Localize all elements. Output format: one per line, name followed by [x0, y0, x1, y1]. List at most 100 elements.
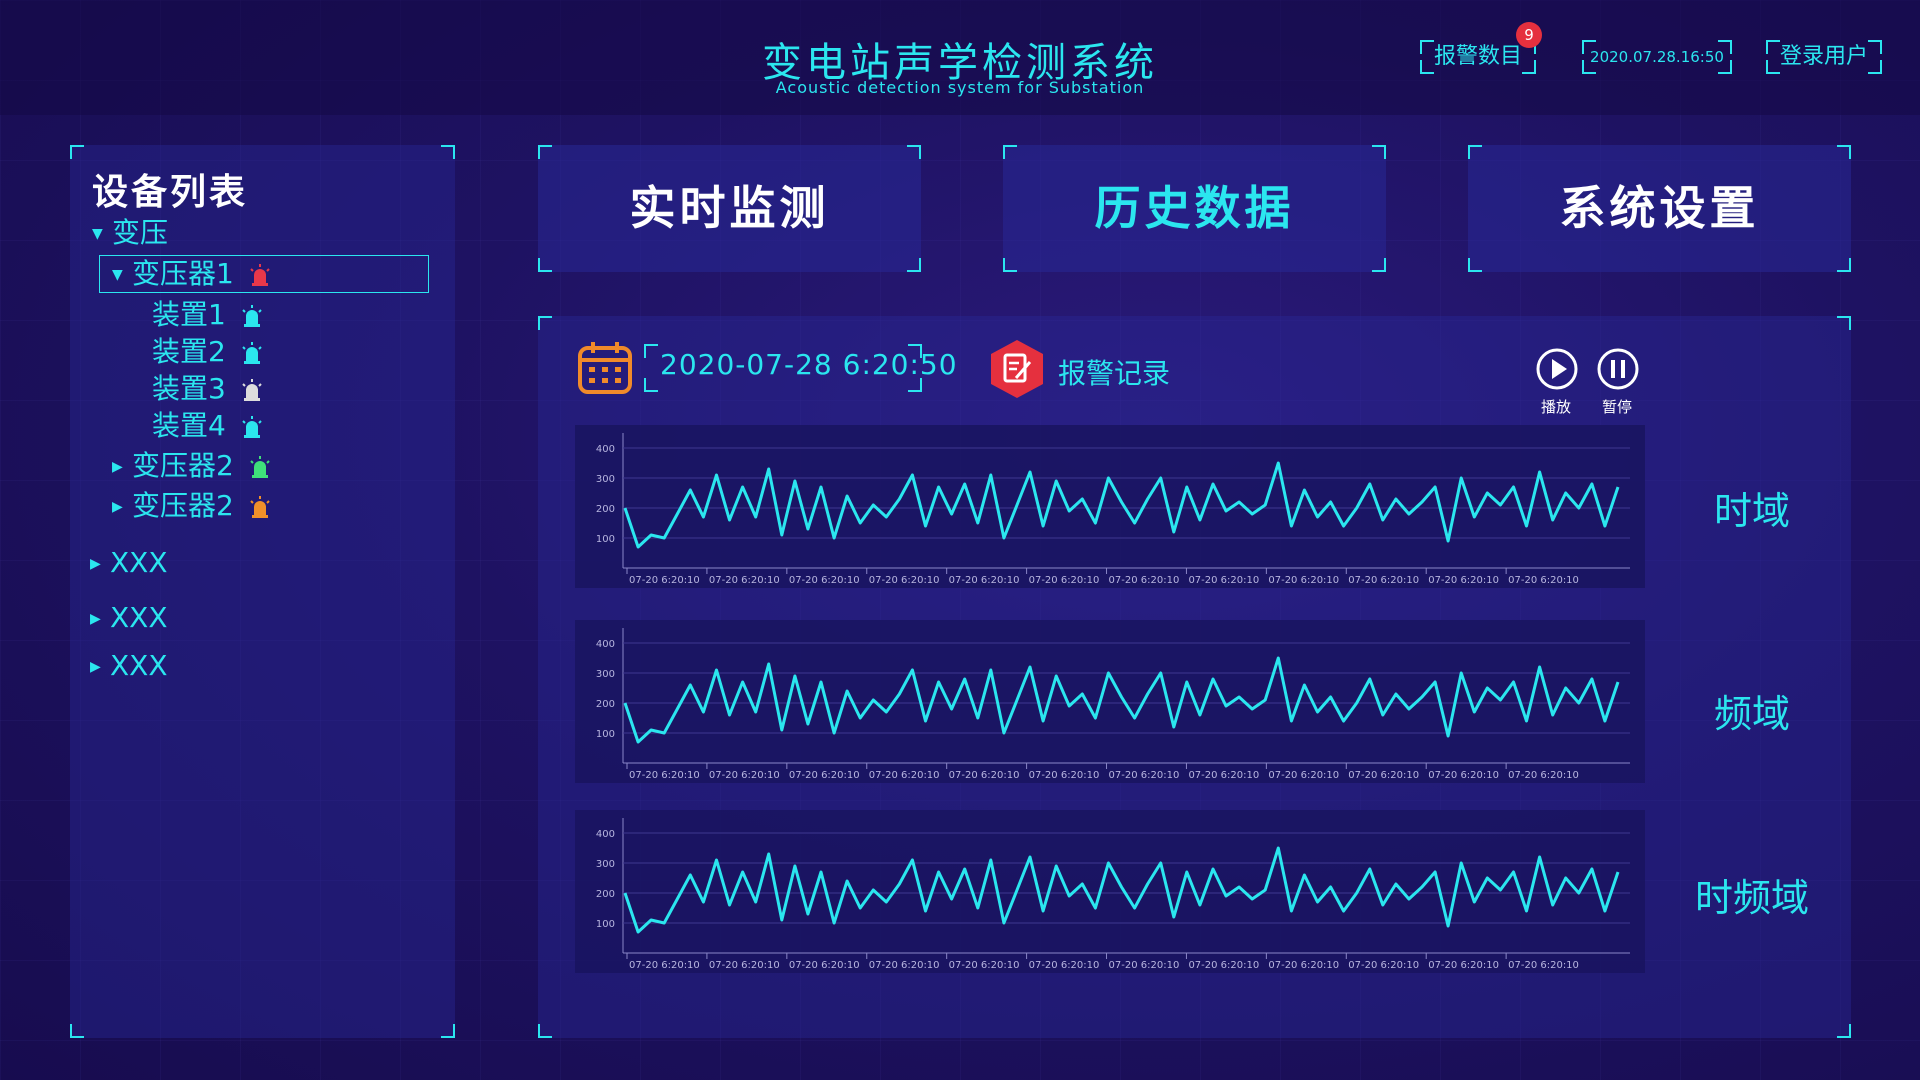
x-tick-label: 07-20 6:20:10 — [789, 770, 860, 781]
freq-domain-chart-svg: 100 200 300 400 07-20 6:20:10 07-20 6:20:10 07… — [596, 628, 1630, 781]
x-tick-label: 07-20 6:20:10 — [1188, 960, 1259, 971]
nav-realtime-label: 实时监测 — [629, 181, 830, 235]
tree-node-device3[interactable]: 装置3 — [152, 371, 263, 407]
x-tick-label: 07-20 6:20:10 — [1029, 770, 1100, 781]
x-tick-label: 07-20 6:20:10 — [1508, 770, 1579, 781]
tree-node-root[interactable]: ▼ 变压 — [92, 215, 168, 251]
x-tick-label: 07-20 6:20:10 — [1029, 575, 1100, 586]
tree-node-device2[interactable]: 装置2 — [152, 334, 263, 370]
x-tick-label: 07-20 6:20:10 — [1109, 575, 1180, 586]
y-tick-label: 100 — [596, 534, 615, 545]
x-tick-label: 07-20 6:20:10 — [1428, 960, 1499, 971]
tree-node-device4[interactable]: 装置4 — [152, 408, 263, 444]
tree-node-label: 变压器2 — [132, 489, 234, 522]
alarm-light-icon — [242, 342, 262, 364]
alarm-count-badge: 9 — [1516, 22, 1542, 48]
chevron-down-icon: ▼ — [112, 267, 123, 283]
y-tick-label: 200 — [596, 889, 615, 900]
alarm-light-icon — [250, 264, 270, 286]
tree-node-label: 装置4 — [152, 409, 226, 442]
y-tick-label: 100 — [596, 729, 615, 740]
date-picker-value: 2020-07-28 6:20:50 — [660, 348, 958, 381]
time-domain-chart-svg: 100 200 300 400 07-20 6:20:10 07-20 6:20:10 07… — [596, 433, 1630, 586]
alarm-light-icon — [250, 456, 270, 478]
x-tick-label: 07-20 6:20:10 — [949, 770, 1020, 781]
tree-node-label: XXX — [110, 546, 168, 579]
x-tick-label: 07-20 6:20:10 — [1508, 960, 1579, 971]
x-tick-label: 07-20 6:20:10 — [949, 575, 1020, 586]
chevron-right-icon: ▶ — [112, 499, 123, 515]
view-time-domain[interactable]: 时域 — [1652, 480, 1852, 535]
nav-history-button[interactable]: 历史数据 — [1003, 145, 1386, 272]
y-tick-label: 400 — [596, 639, 615, 650]
tree-node-transformer2b[interactable]: ▶ 变压器2 — [112, 488, 271, 524]
y-tick-label: 400 — [596, 829, 615, 840]
x-tick-label: 07-20 6:20:10 — [1109, 960, 1180, 971]
x-tick-label: 07-20 6:20:10 — [709, 770, 780, 781]
y-tick-label: 200 — [596, 699, 615, 710]
alarm-count-button[interactable]: 报警数目 9 — [1420, 22, 1542, 74]
nav-settings-label: 系统设置 — [1559, 181, 1760, 235]
x-tick-label: 07-20 6:20:10 — [629, 575, 700, 586]
x-tick-label: 07-20 6:20:10 — [1348, 575, 1419, 586]
x-tick-label: 07-20 6:20:10 — [869, 575, 940, 586]
chevron-down-icon: ▼ — [92, 226, 103, 242]
alarm-count-label: 报警数目 — [1433, 44, 1522, 69]
chevron-right-icon: ▶ — [90, 556, 101, 572]
tree-node-device1[interactable]: 装置1 — [152, 297, 263, 333]
chevron-right-icon: ▶ — [112, 459, 123, 475]
x-tick-label: 07-20 6:20:10 — [1268, 960, 1339, 971]
login-user-button[interactable]: 登录用户 — [1766, 40, 1882, 74]
x-tick-label: 07-20 6:20:10 — [709, 575, 780, 586]
x-tick-label: 07-20 6:20:10 — [789, 960, 860, 971]
x-tick-label: 07-20 6:20:10 — [1029, 960, 1100, 971]
freq-domain-chart: 100 200 300 400 07-20 6:20:10 07-20 6:20:10 07… — [575, 620, 1645, 783]
view-time-freq-domain[interactable]: 时频域 — [1652, 867, 1852, 922]
app-subtitle: Acoustic detection system for Substation — [775, 78, 1145, 97]
tree-node-other2[interactable]: ▶ XXX — [90, 600, 168, 636]
device-list-title: 设备列表 — [92, 172, 249, 213]
datetime-text: 2020.07.28.16:50 — [1590, 48, 1724, 66]
pause-label: 暂停 — [1602, 398, 1633, 416]
chevron-right-icon: ▶ — [90, 659, 101, 675]
alarm-light-icon — [250, 496, 270, 518]
login-user-label: 登录用户 — [1779, 44, 1868, 69]
x-tick-label: 07-20 6:20:10 — [1268, 770, 1339, 781]
y-tick-label: 300 — [596, 859, 615, 870]
x-tick-label: 07-20 6:20:10 — [1268, 575, 1339, 586]
y-tick-label: 400 — [596, 444, 615, 455]
nav-history-label: 历史数据 — [1094, 181, 1295, 235]
nav-settings-button[interactable]: 系统设置 — [1468, 145, 1851, 272]
tree-node-label: 装置3 — [152, 372, 226, 405]
alarm-light-icon — [242, 305, 262, 327]
pause-icon[interactable] — [1597, 348, 1639, 390]
tree-node-other1[interactable]: ▶ XXX — [90, 545, 168, 581]
y-tick-label: 100 — [596, 919, 615, 930]
alarm-record-icon[interactable] — [988, 338, 1046, 400]
alarm-light-icon — [242, 416, 262, 438]
header-bar: 变电站声学检测系统 Acoustic detection system for … — [0, 0, 1920, 115]
chevron-right-icon: ▶ — [90, 611, 101, 627]
tree-node-label: XXX — [110, 601, 168, 634]
x-tick-label: 07-20 6:20:10 — [1109, 770, 1180, 781]
tree-node-other3[interactable]: ▶ XXX — [90, 648, 168, 684]
x-tick-label: 07-20 6:20:10 — [949, 960, 1020, 971]
tree-node-transformer1[interactable]: ▼ 变压器1 — [99, 255, 429, 293]
play-icon[interactable] — [1536, 348, 1578, 390]
x-tick-label: 07-20 6:20:10 — [869, 770, 940, 781]
x-tick-label: 07-20 6:20:10 — [629, 770, 700, 781]
x-tick-label: 07-20 6:20:10 — [789, 575, 860, 586]
alarm-light-icon — [242, 379, 262, 401]
view-freq-domain[interactable]: 频域 — [1652, 683, 1852, 738]
series-line — [623, 461, 1620, 549]
nav-realtime-button[interactable]: 实时监测 — [538, 145, 921, 272]
tree-node-label: 变压器2 — [132, 449, 234, 482]
alarm-record-link[interactable]: 报警记录 — [1058, 352, 1170, 392]
tree-node-label: 装置1 — [152, 298, 226, 331]
tree-node-transformer2a[interactable]: ▶ 变压器2 — [112, 448, 271, 484]
time-freq-domain-chart: 100 200 300 400 07-20 6:20:10 07-20 6:20:10 07… — [575, 810, 1645, 973]
calendar-icon[interactable] — [577, 340, 633, 396]
series-line — [623, 656, 1620, 744]
time-freq-domain-chart-svg: 100 200 300 400 07-20 6:20:10 07-20 6:20:10 07… — [596, 818, 1630, 971]
device-list-panel: 设备列表 ▼ 变压 ▼ 变压器1 装置1 装置2 装置3 装置4 ▶ 变压器2 ▶ 变压… — [70, 145, 455, 1038]
